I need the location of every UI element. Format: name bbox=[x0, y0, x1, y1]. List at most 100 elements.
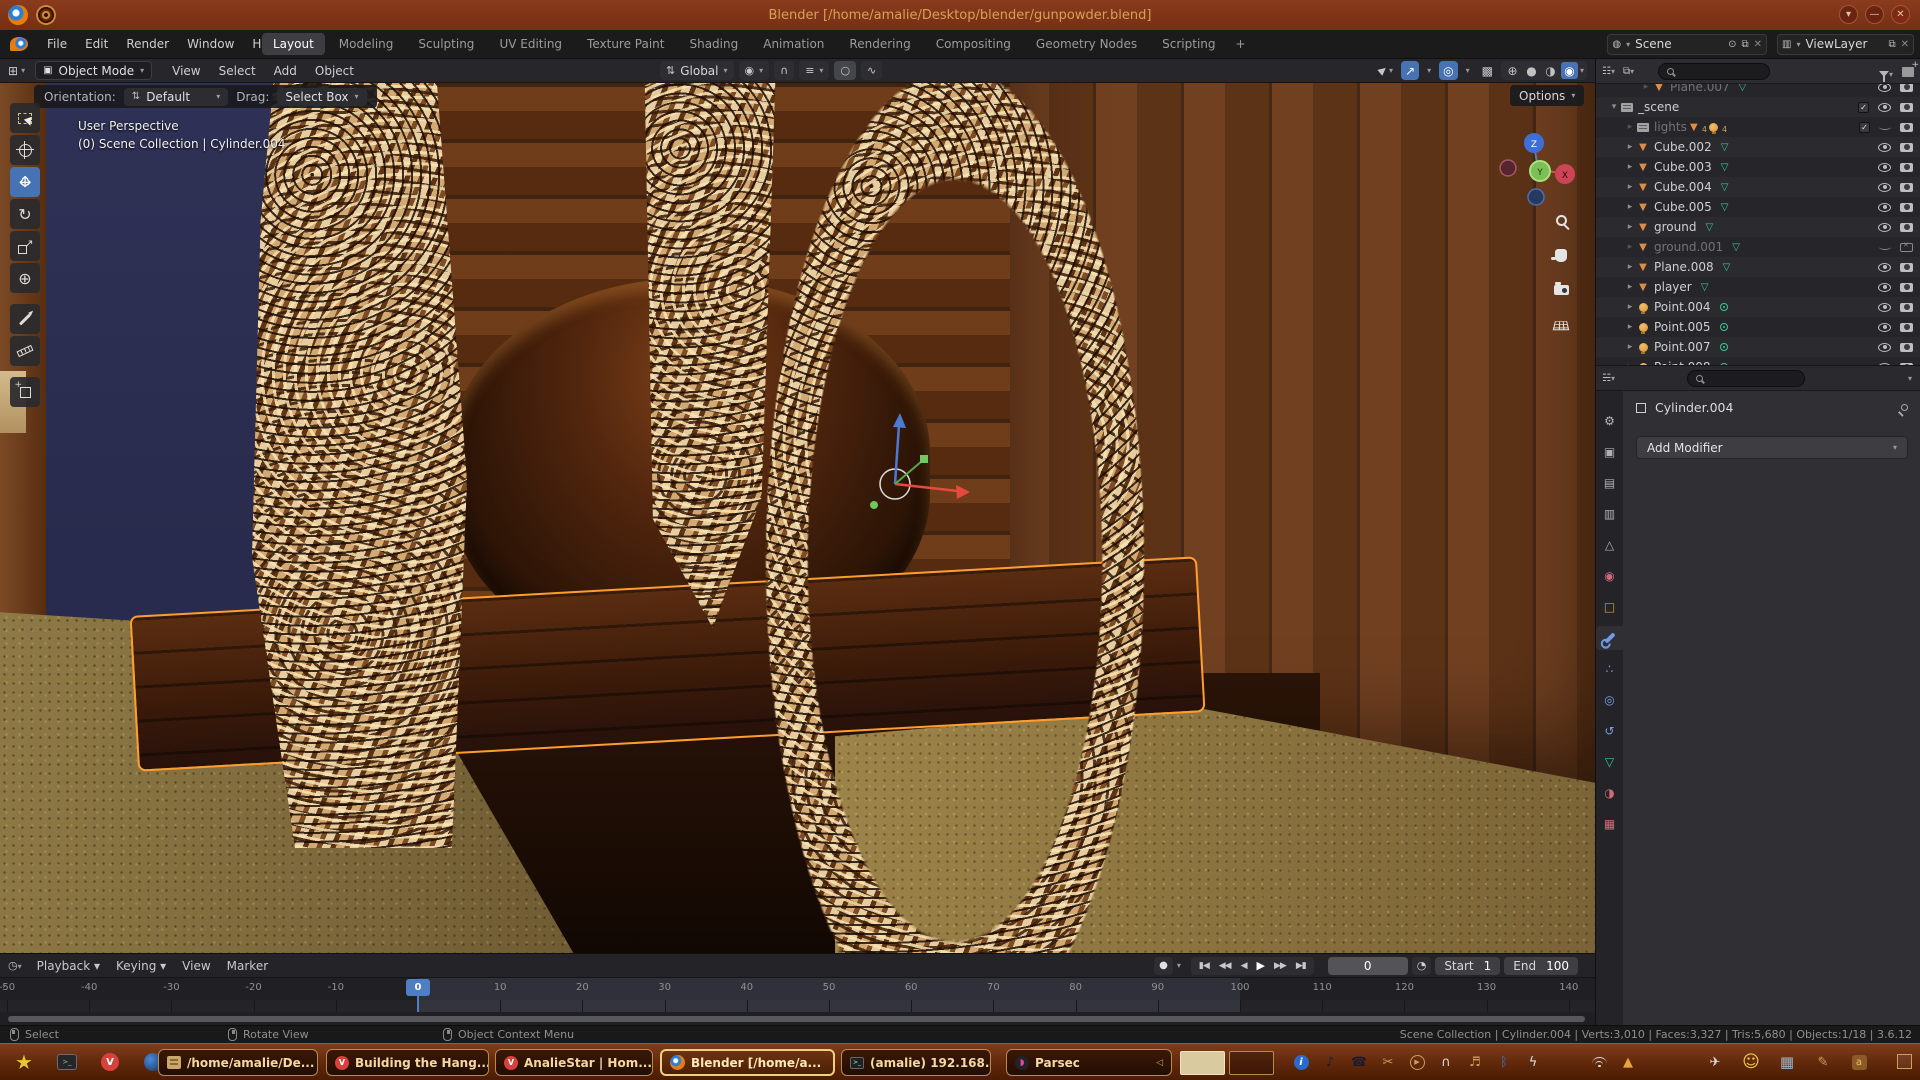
render-visibility-icon[interactable] bbox=[1900, 103, 1913, 112]
playhead[interactable]: 0 bbox=[406, 979, 430, 996]
outliner-row-ground[interactable]: ▸▼ground▽ bbox=[1596, 217, 1920, 237]
outliner-row-ground-001[interactable]: ▸▼ground.001▽ bbox=[1596, 237, 1920, 257]
disclosure-icon[interactable]: ▸ bbox=[1640, 84, 1652, 92]
gizmo-dropdown[interactable]: ▾ bbox=[1423, 61, 1435, 80]
outliner-row-point-008[interactable]: ▸Point.008 bbox=[1596, 357, 1920, 365]
keying-dropdown[interactable]: ▾ bbox=[1177, 961, 1181, 970]
render-visibility-icon[interactable] bbox=[1900, 163, 1913, 172]
calculator-tray-icon[interactable]: ▦ bbox=[1778, 1053, 1796, 1071]
properties-tab-scene[interactable]: △ bbox=[1596, 533, 1623, 557]
properties-options-dropdown[interactable]: ▾ bbox=[1908, 374, 1912, 383]
workspace-tab-uv-editing[interactable]: UV Editing bbox=[488, 33, 573, 55]
current-frame-field[interactable]: 0 bbox=[1328, 957, 1408, 975]
visibility-eye-icon[interactable] bbox=[1878, 343, 1891, 352]
workspace-tab-modeling[interactable]: Modeling bbox=[328, 33, 405, 55]
frame-start-field[interactable]: Start1 bbox=[1435, 957, 1500, 975]
workspace-tab-texture-paint[interactable]: Texture Paint bbox=[576, 33, 675, 55]
outliner-row-cube-002[interactable]: ▸▼Cube.002▽ bbox=[1596, 137, 1920, 157]
collection-checkbox[interactable]: ✓ bbox=[1859, 122, 1870, 133]
show-overlays-toggle[interactable]: ◎ bbox=[1439, 61, 1457, 80]
taskbar-window-parsec[interactable]: ◗Parsec◁ bbox=[1006, 1049, 1172, 1076]
viewport-menu-view[interactable]: View bbox=[164, 61, 208, 81]
disclosure-icon[interactable]: ▾ bbox=[1608, 102, 1620, 112]
render-visibility-icon[interactable] bbox=[1900, 283, 1913, 292]
xray-toggle[interactable]: ▩ bbox=[1478, 61, 1497, 80]
shading-rendered-button[interactable]: ◉ bbox=[1561, 62, 1578, 79]
transform-orientation-dropdown[interactable]: ⇅ Global ▾ bbox=[660, 61, 734, 80]
jump-start-button[interactable]: ▮◀ bbox=[1196, 961, 1212, 971]
warning-tray-icon[interactable]: ▲ bbox=[1619, 1053, 1637, 1071]
viewport-menu-select[interactable]: Select bbox=[211, 61, 264, 81]
disclosure-icon[interactable]: ▸ bbox=[1624, 262, 1636, 272]
snap-toggle[interactable]: ∩ bbox=[774, 61, 794, 80]
terminal-launcher-icon[interactable]: >_ bbox=[55, 1050, 79, 1074]
transform-tool[interactable] bbox=[10, 263, 40, 293]
taskbar-window--amalie-192-168-4-[interactable]: >_(amalie) 192.168.4... bbox=[841, 1049, 991, 1076]
outliner-row--scene[interactable]: ▾_scene✓ bbox=[1596, 97, 1920, 117]
properties-search-input[interactable] bbox=[1687, 370, 1805, 387]
disclosure-icon[interactable]: ▸ bbox=[1624, 342, 1636, 352]
remove-viewlayer-icon[interactable]: ✕ bbox=[1901, 39, 1909, 50]
disclosure-icon[interactable]: ▸ bbox=[1624, 142, 1636, 152]
visibility-eye-icon[interactable] bbox=[1878, 84, 1891, 92]
timeline-menu-keying[interactable]: Keying ▾ bbox=[109, 956, 173, 976]
snap-with-dropdown[interactable]: ≡▾ bbox=[799, 61, 829, 80]
headset-tray-icon[interactable]: ∩ bbox=[1437, 1053, 1455, 1071]
visibility-eye-icon[interactable] bbox=[1878, 223, 1891, 232]
phone-tray-icon[interactable]: ☎ bbox=[1350, 1053, 1368, 1071]
properties-tab-modifiers[interactable] bbox=[1596, 626, 1623, 650]
add-modifier-button[interactable]: Add Modifier ▾ bbox=[1636, 436, 1908, 459]
info-tray-icon[interactable]: i bbox=[1292, 1053, 1310, 1071]
properties-tab-render[interactable]: ▣ bbox=[1596, 440, 1623, 464]
properties-tab-world[interactable]: ◉ bbox=[1596, 564, 1623, 588]
outliner-search-input[interactable] bbox=[1658, 63, 1770, 80]
timeline-menu-playback[interactable]: Playback ▾ bbox=[30, 956, 107, 976]
outliner-row-plane-008[interactable]: ▸▼Plane.008▽ bbox=[1596, 257, 1920, 277]
timeline-menu-marker[interactable]: Marker bbox=[220, 956, 275, 976]
scene-selector[interactable]: ◍ ▾ Scene ⊙ ⧉ ✕ bbox=[1607, 34, 1767, 55]
visibility-eye-icon[interactable] bbox=[1878, 183, 1891, 192]
visibility-eye-icon[interactable] bbox=[1878, 323, 1891, 332]
timeline-menu-view[interactable]: View bbox=[175, 956, 217, 976]
next-keyframe-button[interactable]: ▶▶ bbox=[1271, 961, 1289, 971]
outliner-row-cube-003[interactable]: ▸▼Cube.003▽ bbox=[1596, 157, 1920, 177]
render-visibility-icon[interactable] bbox=[1900, 143, 1913, 152]
visibility-eye-icon[interactable] bbox=[1878, 163, 1891, 172]
render-visibility-icon[interactable] bbox=[1900, 183, 1913, 192]
workspace-tab-layout[interactable]: Layout bbox=[262, 33, 325, 55]
use-preview-range-toggle[interactable]: ◔ bbox=[1412, 957, 1432, 975]
new-collection-button[interactable] bbox=[1902, 62, 1914, 81]
disclosure-icon[interactable]: ▸ bbox=[1624, 322, 1636, 332]
collection-checkbox[interactable]: ✓ bbox=[1858, 102, 1869, 113]
taskbar-window-blender-home-a-[interactable]: Blender [/home/a... bbox=[660, 1049, 835, 1076]
new-viewlayer-icon[interactable]: ⧉ bbox=[1888, 39, 1895, 50]
properties-tab-material[interactable]: ◑ bbox=[1596, 781, 1623, 805]
3d-viewport-canvas[interactable]: User Perspective (0) Scene Collection | … bbox=[0, 83, 1595, 953]
editor-type-button[interactable]: ⊞ ▾ bbox=[8, 64, 25, 78]
star-launcher-icon[interactable]: ★ bbox=[12, 1050, 36, 1074]
disclosure-icon[interactable]: ▸ bbox=[1624, 222, 1636, 232]
visibility-eye-icon[interactable] bbox=[1878, 103, 1891, 112]
window-menu-button[interactable]: ▾ bbox=[1839, 5, 1858, 24]
menu-edit[interactable]: Edit bbox=[76, 33, 117, 55]
workspace-tab-animation[interactable]: Animation bbox=[752, 33, 835, 55]
disclosure-icon[interactable]: ▸ bbox=[1624, 282, 1636, 292]
navigation-gizmo[interactable]: Z X Y bbox=[1496, 127, 1580, 211]
viewport-menu-object[interactable]: Object bbox=[307, 61, 362, 81]
select-box-tool[interactable] bbox=[10, 103, 40, 133]
workspace-tab-rendering[interactable]: Rendering bbox=[838, 33, 921, 55]
shading-wireframe-button[interactable]: ⊕ bbox=[1504, 62, 1521, 79]
taskbar-window-analiestar-hom-[interactable]: VAnalieStar | Hom... bbox=[495, 1049, 653, 1076]
disclosure-icon[interactable]: ▸ bbox=[1624, 122, 1636, 132]
play-tray-icon[interactable]: ▶ bbox=[1408, 1053, 1426, 1071]
render-visibility-icon[interactable] bbox=[1900, 323, 1913, 332]
render-visibility-icon[interactable] bbox=[1900, 123, 1913, 132]
menu-render[interactable]: Render bbox=[117, 33, 178, 55]
render-visibility-icon[interactable] bbox=[1900, 263, 1913, 272]
pin-icon[interactable]: ⊙ bbox=[1728, 39, 1736, 50]
workspace-tab-sculpting[interactable]: Sculpting bbox=[407, 33, 485, 55]
prev-keyframe-button[interactable]: ◀◀ bbox=[1216, 961, 1234, 971]
workspace-1-button[interactable] bbox=[1180, 1051, 1225, 1075]
close-button[interactable]: ✕ bbox=[1891, 5, 1910, 24]
annotate-tool[interactable] bbox=[10, 304, 40, 334]
